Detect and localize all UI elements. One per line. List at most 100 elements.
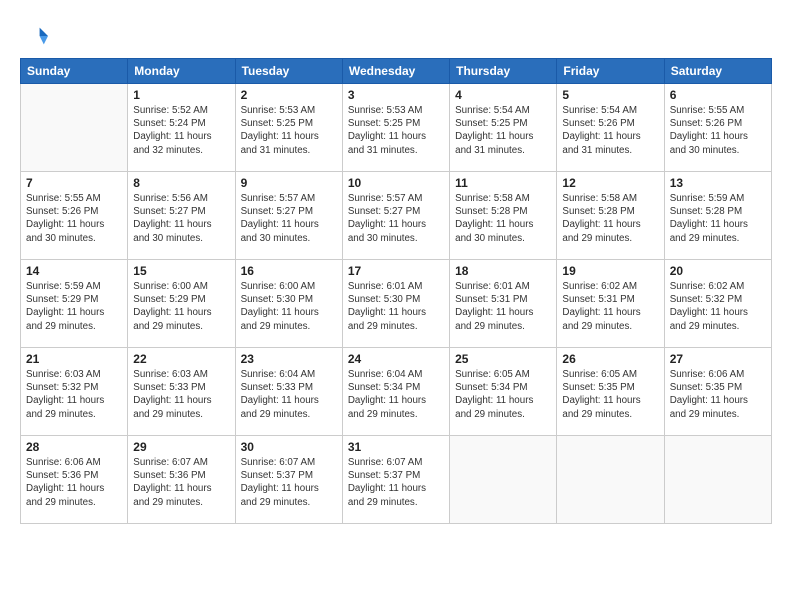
cell-content: Sunrise: 5:53 AM Sunset: 5:25 PM Dayligh… [348, 104, 444, 157]
cell-content: Sunrise: 5:55 AM Sunset: 5:26 PM Dayligh… [26, 192, 122, 245]
cell-content: Sunrise: 6:07 AM Sunset: 5:37 PM Dayligh… [241, 456, 337, 509]
day-number: 5 [562, 88, 658, 102]
day-number: 27 [670, 352, 766, 366]
cell-content: Sunrise: 5:57 AM Sunset: 5:27 PM Dayligh… [241, 192, 337, 245]
calendar-cell: 16 Sunrise: 6:00 AM Sunset: 5:30 PM Dayli… [235, 260, 342, 348]
calendar-cell: 18 Sunrise: 6:01 AM Sunset: 5:31 PM Dayli… [450, 260, 557, 348]
weekday-header-friday: Friday [557, 59, 664, 84]
calendar-cell: 31 Sunrise: 6:07 AM Sunset: 5:37 PM Dayli… [342, 436, 449, 524]
day-number: 31 [348, 440, 444, 454]
calendar-cell: 19 Sunrise: 6:02 AM Sunset: 5:31 PM Dayli… [557, 260, 664, 348]
cell-content: Sunrise: 6:05 AM Sunset: 5:34 PM Dayligh… [455, 368, 551, 421]
calendar-cell: 25 Sunrise: 6:05 AM Sunset: 5:34 PM Dayli… [450, 348, 557, 436]
calendar-week-row: 1 Sunrise: 5:52 AM Sunset: 5:24 PM Daylig… [21, 84, 772, 172]
cell-content: Sunrise: 5:53 AM Sunset: 5:25 PM Dayligh… [241, 104, 337, 157]
cell-content: Sunrise: 5:57 AM Sunset: 5:27 PM Dayligh… [348, 192, 444, 245]
calendar-week-row: 14Sunrise: 5:59 AM Sunset: 5:29 PM Dayli… [21, 260, 772, 348]
day-number: 22 [133, 352, 229, 366]
cell-content: Sunrise: 5:56 AM Sunset: 5:27 PM Dayligh… [133, 192, 229, 245]
cell-content: Sunrise: 6:03 AM Sunset: 5:33 PM Dayligh… [133, 368, 229, 421]
calendar-cell: 24Sunrise: 6:04 AM Sunset: 5:34 PM Dayli… [342, 348, 449, 436]
cell-content: Sunrise: 6:02 AM Sunset: 5:31 PM Dayligh… [562, 280, 658, 333]
calendar-cell: 28Sunrise: 6:06 AM Sunset: 5:36 PM Dayli… [21, 436, 128, 524]
calendar-cell: 11 Sunrise: 5:58 AM Sunset: 5:28 PM Dayli… [450, 172, 557, 260]
cell-content: Sunrise: 5:55 AM Sunset: 5:26 PM Dayligh… [670, 104, 766, 157]
header [20, 18, 772, 50]
day-number: 7 [26, 176, 122, 190]
day-number: 24 [348, 352, 444, 366]
weekday-header-monday: Monday [128, 59, 235, 84]
calendar-cell: 6Sunrise: 5:55 AM Sunset: 5:26 PM Daylig… [664, 84, 771, 172]
calendar-cell [21, 84, 128, 172]
day-number: 18 [455, 264, 551, 278]
cell-content: Sunrise: 6:06 AM Sunset: 5:35 PM Dayligh… [670, 368, 766, 421]
day-number: 28 [26, 440, 122, 454]
weekday-header-thursday: Thursday [450, 59, 557, 84]
day-number: 1 [133, 88, 229, 102]
day-number: 11 [455, 176, 551, 190]
day-number: 20 [670, 264, 766, 278]
cell-content: Sunrise: 5:52 AM Sunset: 5:24 PM Dayligh… [133, 104, 229, 157]
cell-content: Sunrise: 6:00 AM Sunset: 5:29 PM Dayligh… [133, 280, 229, 333]
calendar-cell: 4Sunrise: 5:54 AM Sunset: 5:25 PM Daylig… [450, 84, 557, 172]
calendar-cell: 17 Sunrise: 6:01 AM Sunset: 5:30 PM Dayli… [342, 260, 449, 348]
calendar-cell [450, 436, 557, 524]
weekday-header-wednesday: Wednesday [342, 59, 449, 84]
calendar-cell: 20 Sunrise: 6:02 AM Sunset: 5:32 PM Dayli… [664, 260, 771, 348]
calendar-cell: 2 Sunrise: 5:53 AM Sunset: 5:25 PM Daylig… [235, 84, 342, 172]
cell-content: Sunrise: 5:58 AM Sunset: 5:28 PM Dayligh… [455, 192, 551, 245]
cell-content: Sunrise: 6:01 AM Sunset: 5:31 PM Dayligh… [455, 280, 551, 333]
weekday-header-row: SundayMondayTuesdayWednesdayThursdayFrid… [21, 59, 772, 84]
cell-content: Sunrise: 6:02 AM Sunset: 5:32 PM Dayligh… [670, 280, 766, 333]
logo [20, 22, 52, 50]
cell-content: Sunrise: 6:04 AM Sunset: 5:33 PM Dayligh… [241, 368, 337, 421]
weekday-header-tuesday: Tuesday [235, 59, 342, 84]
day-number: 25 [455, 352, 551, 366]
cell-content: Sunrise: 6:01 AM Sunset: 5:30 PM Dayligh… [348, 280, 444, 333]
cell-content: Sunrise: 6:03 AM Sunset: 5:32 PM Dayligh… [26, 368, 122, 421]
weekday-header-sunday: Sunday [21, 59, 128, 84]
calendar-cell: 21Sunrise: 6:03 AM Sunset: 5:32 PM Dayli… [21, 348, 128, 436]
cell-content: Sunrise: 5:59 AM Sunset: 5:28 PM Dayligh… [670, 192, 766, 245]
calendar-cell: 1 Sunrise: 5:52 AM Sunset: 5:24 PM Daylig… [128, 84, 235, 172]
calendar-week-row: 28Sunrise: 6:06 AM Sunset: 5:36 PM Dayli… [21, 436, 772, 524]
cell-content: Sunrise: 5:54 AM Sunset: 5:26 PM Dayligh… [562, 104, 658, 157]
calendar: SundayMondayTuesdayWednesdayThursdayFrid… [20, 58, 772, 524]
page: SundayMondayTuesdayWednesdayThursdayFrid… [0, 0, 792, 612]
calendar-cell: 3 Sunrise: 5:53 AM Sunset: 5:25 PM Daylig… [342, 84, 449, 172]
cell-content: Sunrise: 6:07 AM Sunset: 5:37 PM Dayligh… [348, 456, 444, 509]
calendar-cell: 23 Sunrise: 6:04 AM Sunset: 5:33 PM Dayli… [235, 348, 342, 436]
cell-content: Sunrise: 5:58 AM Sunset: 5:28 PM Dayligh… [562, 192, 658, 245]
cell-content: Sunrise: 6:05 AM Sunset: 5:35 PM Dayligh… [562, 368, 658, 421]
calendar-cell: 9 Sunrise: 5:57 AM Sunset: 5:27 PM Daylig… [235, 172, 342, 260]
day-number: 13 [670, 176, 766, 190]
day-number: 8 [133, 176, 229, 190]
day-number: 15 [133, 264, 229, 278]
weekday-header-saturday: Saturday [664, 59, 771, 84]
day-number: 26 [562, 352, 658, 366]
day-number: 16 [241, 264, 337, 278]
day-number: 19 [562, 264, 658, 278]
calendar-cell: 30 Sunrise: 6:07 AM Sunset: 5:37 PM Dayli… [235, 436, 342, 524]
day-number: 12 [562, 176, 658, 190]
cell-content: Sunrise: 6:00 AM Sunset: 5:30 PM Dayligh… [241, 280, 337, 333]
day-number: 30 [241, 440, 337, 454]
day-number: 14 [26, 264, 122, 278]
day-number: 23 [241, 352, 337, 366]
day-number: 3 [348, 88, 444, 102]
cell-content: Sunrise: 6:07 AM Sunset: 5:36 PM Dayligh… [133, 456, 229, 509]
calendar-cell: 29 Sunrise: 6:07 AM Sunset: 5:36 PM Dayli… [128, 436, 235, 524]
day-number: 9 [241, 176, 337, 190]
day-number: 2 [241, 88, 337, 102]
day-number: 17 [348, 264, 444, 278]
calendar-cell: 10Sunrise: 5:57 AM Sunset: 5:27 PM Dayli… [342, 172, 449, 260]
calendar-cell: 13 Sunrise: 5:59 AM Sunset: 5:28 PM Dayli… [664, 172, 771, 260]
calendar-cell: 15 Sunrise: 6:00 AM Sunset: 5:29 PM Dayli… [128, 260, 235, 348]
day-number: 29 [133, 440, 229, 454]
calendar-cell: 14Sunrise: 5:59 AM Sunset: 5:29 PM Dayli… [21, 260, 128, 348]
calendar-week-row: 21Sunrise: 6:03 AM Sunset: 5:32 PM Dayli… [21, 348, 772, 436]
day-number: 4 [455, 88, 551, 102]
calendar-cell: 26 Sunrise: 6:05 AM Sunset: 5:35 PM Dayli… [557, 348, 664, 436]
logo-icon [20, 22, 48, 50]
calendar-cell [664, 436, 771, 524]
